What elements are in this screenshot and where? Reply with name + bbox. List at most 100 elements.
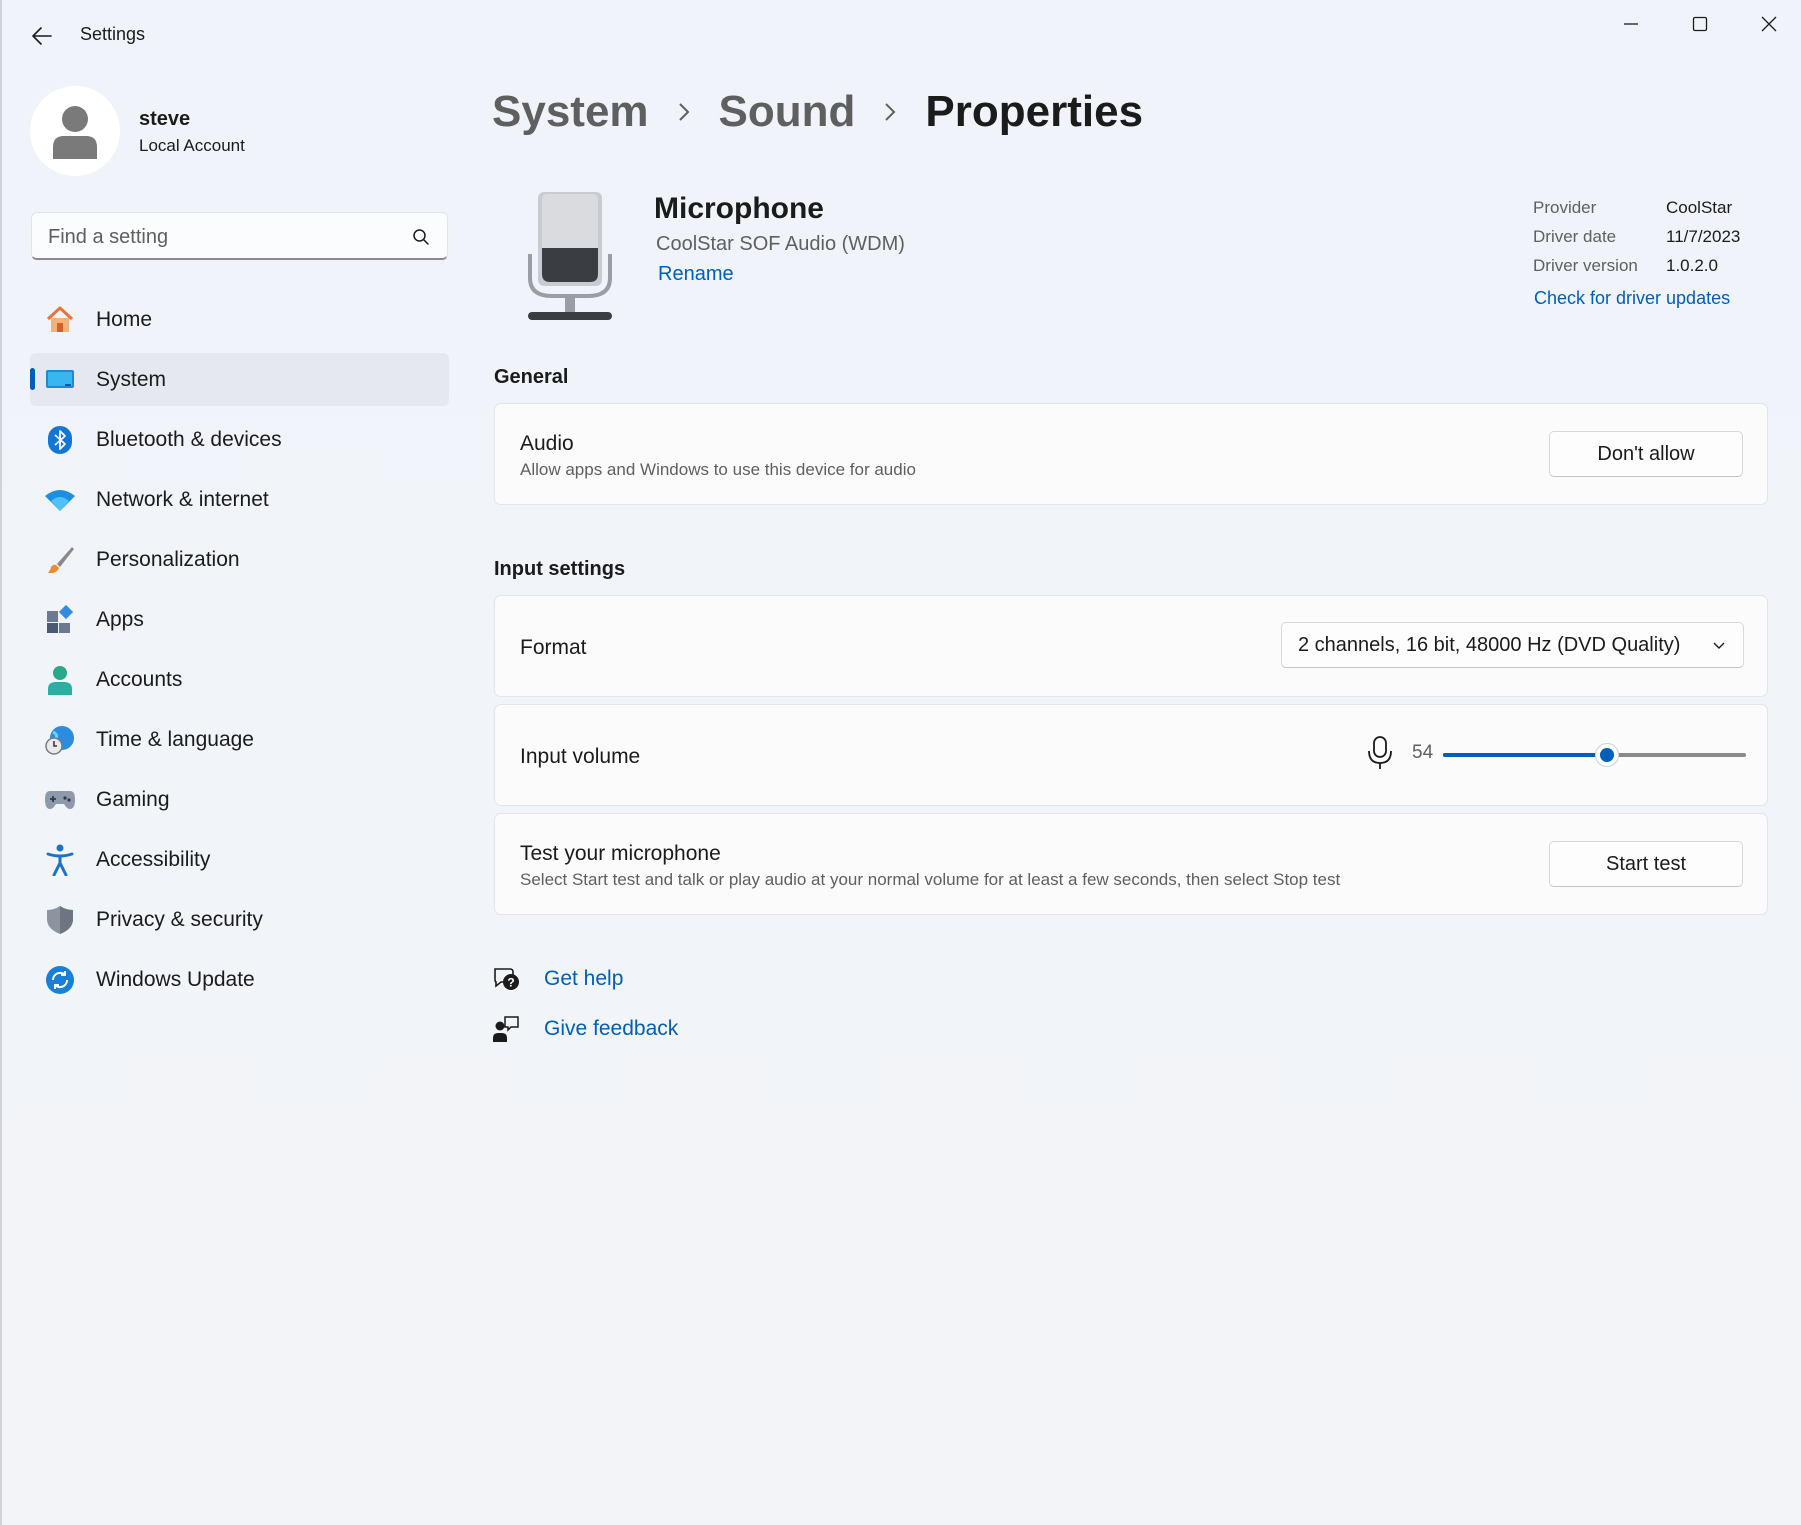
sidebar-item-label: System	[96, 368, 167, 391]
user-profile[interactable]: steve Local Account	[30, 86, 450, 178]
chevron-down-icon	[1713, 642, 1725, 649]
sidebar-item-home[interactable]: Home	[30, 293, 449, 346]
section-title-input-settings: Input settings	[494, 558, 626, 580]
sidebar-item-windows-update[interactable]: Windows Update	[30, 953, 449, 1006]
svg-text:?: ?	[507, 976, 514, 990]
sidebar-item-bluetooth[interactable]: Bluetooth & devices	[30, 413, 449, 466]
sidebar-item-time-language[interactable]: Time & language	[30, 713, 449, 766]
sidebar-nav: Home System Bluetooth & devices Network …	[30, 293, 449, 1013]
search-placeholder: Find a setting	[48, 226, 169, 248]
sidebar-item-accounts[interactable]: Accounts	[30, 653, 449, 706]
audio-title: Audio	[520, 432, 574, 455]
breadcrumb: System Sound Properties	[492, 84, 1143, 140]
help-icon: ?	[494, 968, 519, 990]
device-driver-name: CoolStar SOF Audio (WDM)	[656, 233, 905, 255]
input-volume-slider[interactable]	[1443, 743, 1746, 767]
settings-window: Settings steve Local Account Find a sett…	[0, 0, 1801, 1525]
start-test-button[interactable]: Start test	[1549, 841, 1743, 887]
user-name: steve	[139, 108, 191, 130]
give-feedback-link[interactable]: Give feedback	[544, 1017, 678, 1041]
sidebar-item-label: Windows Update	[96, 968, 255, 991]
audio-card: Audio Allow apps and Windows to use this…	[494, 403, 1768, 505]
driver-value: 1.0.2.0	[1666, 256, 1718, 275]
driver-value: 11/7/2023	[1666, 227, 1741, 246]
test-microphone-title: Test your microphone	[520, 842, 721, 865]
audio-description: Allow apps and Windows to use this devic…	[520, 460, 916, 479]
slider-fill	[1443, 753, 1607, 757]
microphone-icon	[1368, 736, 1392, 769]
close-icon	[1761, 16, 1777, 32]
search-icon	[413, 229, 429, 245]
sidebar-item-label: Accounts	[96, 668, 183, 691]
title-bar: Settings	[2, 0, 1801, 70]
sidebar-item-personalization[interactable]: Personalization	[30, 533, 449, 586]
shield-icon	[44, 904, 76, 936]
input-volume-title: Input volume	[520, 745, 641, 768]
person-icon	[44, 664, 76, 696]
wifi-icon	[44, 484, 76, 516]
format-selected-value: 2 channels, 16 bit, 48000 Hz (DVD Qualit…	[1298, 634, 1681, 656]
test-microphone-card: Test your microphone Select Start test a…	[494, 813, 1768, 915]
home-icon	[44, 304, 76, 336]
format-dropdown[interactable]: 2 channels, 16 bit, 48000 Hz (DVD Qualit…	[1281, 622, 1744, 668]
maximize-icon	[1692, 16, 1708, 32]
sidebar-item-label: Privacy & security	[96, 908, 263, 931]
system-icon	[44, 364, 76, 396]
sidebar-item-accessibility[interactable]: Accessibility	[30, 833, 449, 886]
driver-value: CoolStar	[1666, 198, 1733, 217]
chevron-right-icon	[883, 102, 897, 122]
account-type: Local Account	[139, 136, 245, 155]
test-microphone-description: Select Start test and talk or play audio…	[520, 870, 1341, 889]
rename-link[interactable]: Rename	[658, 263, 734, 286]
sidebar-item-apps[interactable]: Apps	[30, 593, 449, 646]
sidebar-item-label: Accessibility	[96, 848, 211, 871]
breadcrumb-properties: Properties	[925, 87, 1144, 136]
user-avatar-icon	[53, 106, 97, 159]
sidebar-item-label: Network & internet	[96, 488, 269, 511]
close-button[interactable]	[1739, 6, 1799, 42]
minimize-icon	[1624, 23, 1638, 25]
sidebar-item-gaming[interactable]: Gaming	[30, 773, 449, 826]
sidebar-item-label: Bluetooth & devices	[96, 428, 282, 451]
back-arrow-icon	[32, 27, 52, 45]
slider-thumb[interactable]	[1594, 743, 1619, 767]
slider-thumb-dot	[1599, 748, 1614, 762]
check-driver-updates-link[interactable]: Check for driver updates	[1534, 288, 1730, 309]
back-button[interactable]	[24, 20, 60, 52]
app-title: Settings	[80, 24, 146, 44]
input-volume-value: 54	[1412, 742, 1434, 763]
format-card: Format 2 channels, 16 bit, 48000 Hz (DVD…	[494, 595, 1768, 697]
feedback-icon	[493, 1016, 519, 1042]
maximize-button[interactable]	[1670, 6, 1730, 42]
sidebar-item-label: Personalization	[96, 548, 240, 571]
apps-icon	[44, 604, 76, 636]
dont-allow-button[interactable]: Don't allow	[1549, 431, 1743, 477]
driver-label: Driver date	[1533, 227, 1617, 246]
format-title: Format	[520, 636, 587, 659]
sidebar-item-network[interactable]: Network & internet	[30, 473, 449, 526]
minimize-button[interactable]	[1601, 6, 1661, 42]
driver-label: Driver version	[1533, 256, 1638, 275]
give-feedback-row[interactable]: Give feedback	[492, 1013, 792, 1047]
sidebar-item-system[interactable]: System	[30, 353, 449, 406]
sidebar-item-label: Gaming	[96, 788, 170, 811]
bluetooth-icon	[44, 424, 76, 456]
breadcrumb-sound[interactable]: Sound	[719, 87, 856, 137]
gamepad-icon	[44, 784, 76, 816]
search-input[interactable]: Find a setting	[31, 212, 448, 260]
sidebar-item-label: Home	[96, 308, 153, 331]
section-title-general: General	[494, 366, 569, 388]
get-help-row[interactable]: ? Get help	[492, 963, 792, 997]
accessibility-icon	[44, 844, 76, 876]
breadcrumb-system[interactable]: System	[492, 87, 649, 137]
sidebar-item-label: Time & language	[96, 728, 254, 751]
sidebar-item-label: Apps	[96, 608, 144, 631]
chevron-right-icon	[677, 102, 691, 122]
sidebar-item-privacy-security[interactable]: Privacy & security	[30, 893, 449, 946]
device-name: Microphone	[654, 192, 824, 225]
avatar	[30, 86, 120, 176]
brush-icon	[44, 544, 76, 576]
selection-indicator	[30, 368, 35, 390]
get-help-link[interactable]: Get help	[544, 967, 623, 991]
driver-label: Provider	[1533, 198, 1597, 217]
